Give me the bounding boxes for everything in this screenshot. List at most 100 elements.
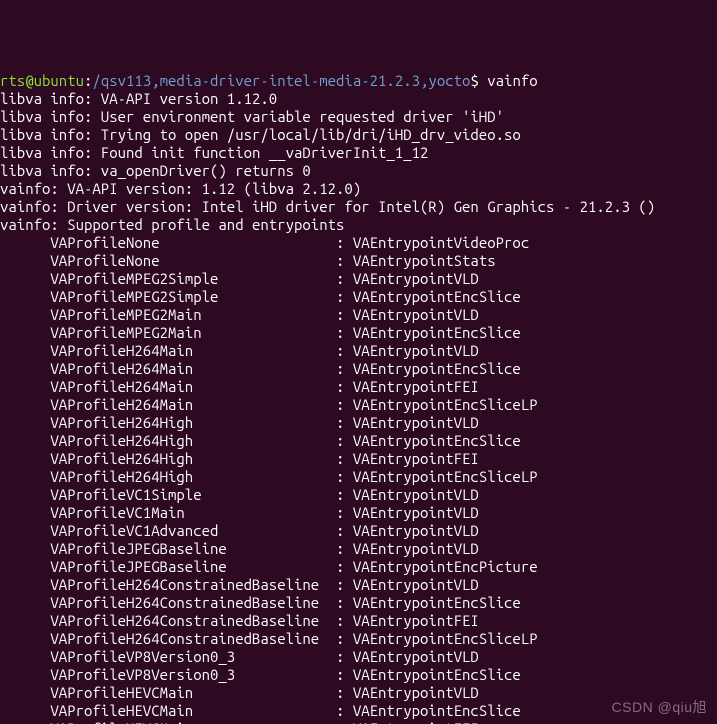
profile-name: VAProfileNone : [0,234,353,251]
entrypoint-name: VAEntrypointEncSlice [353,666,521,683]
entrypoint-name: VAEntrypointVLD [353,414,479,431]
entrypoint-name: VAEntrypointVLD [353,342,479,359]
profile-line: VAProfileVC1Advanced : VAEntrypointVLD [0,522,717,540]
profile-line: VAProfileH264ConstrainedBaseline : VAEnt… [0,612,717,630]
entrypoint-name: VAEntrypointVLD [353,522,479,539]
profile-name: VAProfileH264ConstrainedBaseline : [0,576,353,593]
prompt-user-host: rts@ubuntu [0,72,84,89]
entrypoint-name: VAEntrypointVLD [353,576,479,593]
profile-line: VAProfileH264Main : VAEntrypointFEI [0,378,717,396]
entrypoint-name: VAEntrypointEncSlice [353,324,521,341]
info-text: libva info: va_openDriver() returns 0 [0,162,311,179]
profile-line: VAProfileNone : VAEntrypointStats [0,252,717,270]
profile-name: VAProfileH264Main : [0,378,353,395]
info-line: libva info: User environment variable re… [0,108,717,126]
profile-line: VAProfileJPEGBaseline : VAEntrypointEncP… [0,558,717,576]
info-text: libva info: VA-API version 1.12.0 [0,90,277,107]
profile-line: VAProfileH264ConstrainedBaseline : VAEnt… [0,630,717,648]
profile-line: VAProfileHEVCMain : VAEntrypointFEI [0,720,717,724]
profile-line: VAProfileH264ConstrainedBaseline : VAEnt… [0,576,717,594]
profile-name: VAProfileHEVCMain : [0,720,353,724]
entrypoint-name: VAEntrypointVLD [353,306,479,323]
prompt-end: $ [470,72,478,89]
profile-name: VAProfileJPEGBaseline : [0,540,353,557]
profile-line: VAProfileMPEG2Simple : VAEntrypointEncSl… [0,288,717,306]
profile-name: VAProfileMPEG2Simple : [0,288,353,305]
profile-name: VAProfileH264High : [0,414,353,431]
info-line: libva info: Trying to open /usr/local/li… [0,126,717,144]
entrypoint-name: VAEntrypointStats [353,252,496,269]
profile-name: VAProfileJPEGBaseline : [0,558,353,575]
profile-line: VAProfileH264Main : VAEntrypointVLD [0,342,717,360]
profile-line: VAProfileH264ConstrainedBaseline : VAEnt… [0,594,717,612]
prompt-line: rts@ubuntu:/qsv113,media-driver-intel-me… [0,72,717,90]
info-line: libva info: VA-API version 1.12.0 [0,90,717,108]
entrypoint-name: VAEntrypointVLD [353,504,479,521]
profile-line: VAProfileH264Main : VAEntrypointEncSlice [0,360,717,378]
profile-name: VAProfileMPEG2Simple : [0,270,353,287]
entrypoint-name: VAEntrypointVLD [353,684,479,701]
profile-line: VAProfileHEVCMain : VAEntrypointEncSlice [0,702,717,720]
info-line: libva info: va_openDriver() returns 0 [0,162,717,180]
profile-name: VAProfileH264Main : [0,396,353,413]
entrypoint-name: VAEntrypointEncSlice [353,360,521,377]
profile-name: VAProfileH264Main : [0,360,353,377]
profile-name: VAProfileH264ConstrainedBaseline : [0,630,353,647]
profile-line: VAProfileH264High : VAEntrypointEncSlice… [0,468,717,486]
profile-name: VAProfileVC1Advanced : [0,522,353,539]
info-line: vainfo: Driver version: Intel iHD driver… [0,198,717,216]
entrypoint-name: VAEntrypointVLD [353,648,479,665]
profile-line: VAProfileMPEG2Main : VAEntrypointEncSlic… [0,324,717,342]
profile-line: VAProfileMPEG2Main : VAEntrypointVLD [0,306,717,324]
info-line: libva info: Found init function __vaDriv… [0,144,717,162]
profile-line: VAProfileNone : VAEntrypointVideoProc [0,234,717,252]
entrypoint-name: VAEntrypointVLD [353,270,479,287]
info-line: vainfo: VA-API version: 1.12 (libva 2.12… [0,180,717,198]
profile-line: VAProfileVP8Version0_3 : VAEntrypointVLD [0,648,717,666]
profile-name: VAProfileMPEG2Main : [0,324,353,341]
profile-line: VAProfileVC1Main : VAEntrypointVLD [0,504,717,522]
entrypoint-name: VAEntrypointEncSlice [353,432,521,449]
profile-name: VAProfileNone : [0,252,353,269]
terminal-output[interactable]: rts@ubuntu:/qsv113,media-driver-intel-me… [0,72,717,724]
entrypoint-name: VAEntrypointEncSliceLP [353,468,538,485]
profile-name: VAProfileVP8Version0_3 : [0,648,353,665]
entrypoint-name: VAEntrypointEncSlice [353,702,521,719]
profile-line: VAProfileVP8Version0_3 : VAEntrypointEnc… [0,666,717,684]
profile-line: VAProfileJPEGBaseline : VAEntrypointVLD [0,540,717,558]
profile-line: VAProfileMPEG2Simple : VAEntrypointVLD [0,270,717,288]
entrypoint-name: VAEntrypointVLD [353,486,479,503]
profile-name: VAProfileH264High : [0,432,353,449]
info-text: vainfo: Driver version: Intel iHD driver… [0,198,655,215]
profile-line: VAProfileVC1Simple : VAEntrypointVLD [0,486,717,504]
info-text: libva info: Trying to open /usr/local/li… [0,126,521,143]
entrypoint-name: VAEntrypointEncSliceLP [353,396,538,413]
profile-name: VAProfileVP8Version0_3 : [0,666,353,683]
entrypoint-name: VAEntrypointEncSlice [353,594,521,611]
prompt-command: vainfo [479,72,538,89]
entrypoint-name: VAEntrypointFEI [353,378,479,395]
profile-line: VAProfileH264High : VAEntrypointEncSlice [0,432,717,450]
entrypoint-name: VAEntrypointVideoProc [353,234,529,251]
profile-line: VAProfileH264High : VAEntrypointFEI [0,450,717,468]
profile-line: VAProfileHEVCMain : VAEntrypointVLD [0,684,717,702]
profile-line: VAProfileH264Main : VAEntrypointEncSlice… [0,396,717,414]
info-text: libva info: User environment variable re… [0,108,504,125]
info-text: vainfo: VA-API version: 1.12 (libva 2.12… [0,180,361,197]
entrypoint-name: VAEntrypointFEI [353,450,479,467]
entrypoint-name: VAEntrypointFEI [353,720,479,724]
profile-name: VAProfileVC1Simple : [0,486,353,503]
entrypoint-name: VAEntrypointEncPicture [353,558,538,575]
profile-line: VAProfileH264High : VAEntrypointVLD [0,414,717,432]
info-text: vainfo: Supported profile and entrypoint… [0,216,344,233]
info-text: libva info: Found init function __vaDriv… [0,144,428,161]
prompt-path: /qsv113,media-driver-intel-media-21.2.3,… [92,72,470,89]
profile-name: VAProfileH264High : [0,468,353,485]
profile-name: VAProfileH264Main : [0,342,353,359]
profile-name: VAProfileHEVCMain : [0,684,353,701]
profile-name: VAProfileH264ConstrainedBaseline : [0,612,353,629]
entrypoint-name: VAEntrypointFEI [353,612,479,629]
entrypoint-name: VAEntrypointEncSliceLP [353,630,538,647]
profile-name: VAProfileH264ConstrainedBaseline : [0,594,353,611]
info-line: vainfo: Supported profile and entrypoint… [0,216,717,234]
